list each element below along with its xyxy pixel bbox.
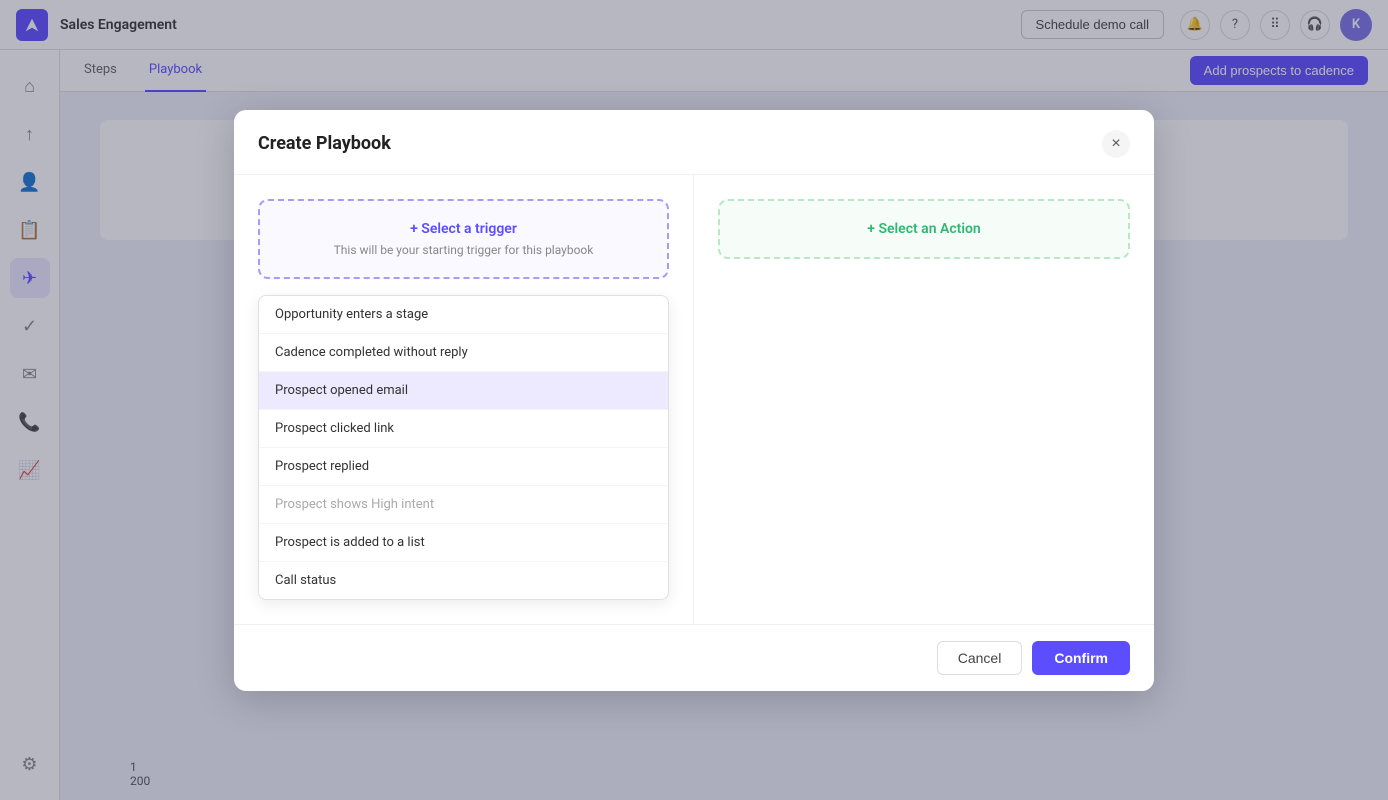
trigger-option-cadence-completed[interactable]: Cadence completed without reply <box>259 334 668 372</box>
confirm-button[interactable]: Confirm <box>1032 641 1130 675</box>
trigger-option-prospect-clicked[interactable]: Prospect clicked link <box>259 410 668 448</box>
trigger-option-prospect-opened[interactable]: Prospect opened email <box>259 372 668 410</box>
action-plus-label: + Select an Action <box>736 221 1112 237</box>
cancel-button[interactable]: Cancel <box>937 641 1023 675</box>
action-select-box[interactable]: + Select an Action <box>718 199 1130 259</box>
trigger-option-high-intent: Prospect shows High intent <box>259 486 668 524</box>
trigger-option-opportunity[interactable]: Opportunity enters a stage <box>259 296 668 334</box>
trigger-panel: + Select a trigger This will be your sta… <box>234 175 694 624</box>
modal-header: Create Playbook × <box>234 110 1154 175</box>
action-panel: + Select an Action <box>694 175 1154 624</box>
modal-close-button[interactable]: × <box>1102 130 1130 158</box>
trigger-option-added-to-list[interactable]: Prospect is added to a list <box>259 524 668 562</box>
modal-footer: Cancel Confirm <box>234 624 1154 691</box>
trigger-dropdown: Opportunity enters a stage Cadence compl… <box>258 295 669 600</box>
modal-overlay: Create Playbook × + Select a trigger Thi… <box>0 0 1388 800</box>
trigger-option-prospect-replied[interactable]: Prospect replied <box>259 448 668 486</box>
trigger-select-box[interactable]: + Select a trigger This will be your sta… <box>258 199 669 279</box>
trigger-option-call-status[interactable]: Call status <box>259 562 668 599</box>
modal-body: + Select a trigger This will be your sta… <box>234 175 1154 624</box>
trigger-sub-label: This will be your starting trigger for t… <box>276 243 651 257</box>
modal-title: Create Playbook <box>258 133 391 154</box>
trigger-plus-label: + Select a trigger <box>276 221 651 237</box>
create-playbook-modal: Create Playbook × + Select a trigger Thi… <box>234 110 1154 691</box>
